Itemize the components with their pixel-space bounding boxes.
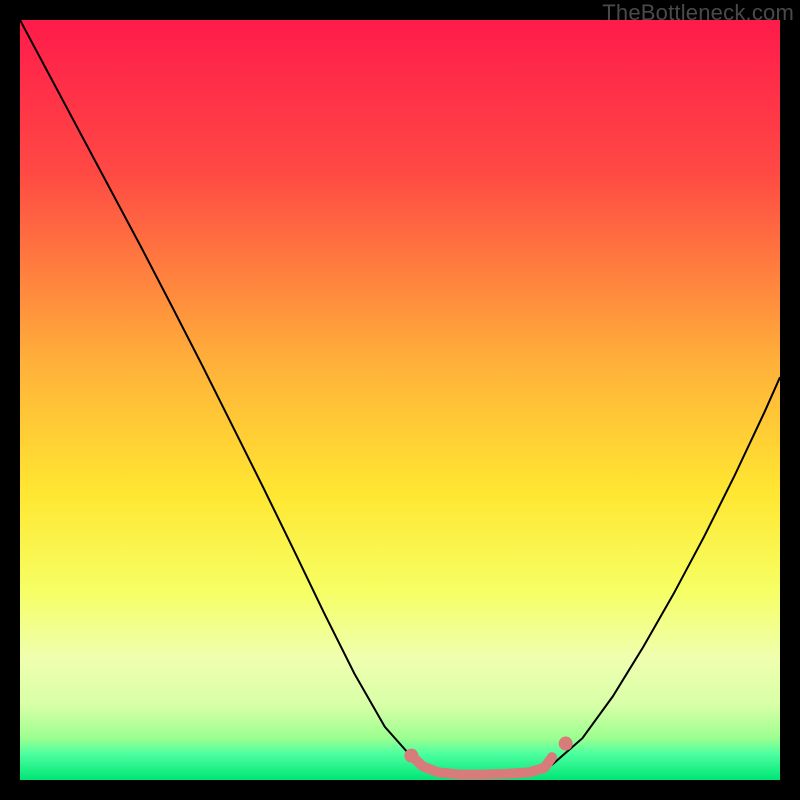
chart-frame: TheBottleneck.com	[0, 0, 800, 800]
highlight-dot-0	[404, 749, 418, 763]
highlight-dot-1	[559, 737, 573, 751]
bottleneck-chart	[20, 20, 780, 780]
gradient-background	[20, 20, 780, 780]
